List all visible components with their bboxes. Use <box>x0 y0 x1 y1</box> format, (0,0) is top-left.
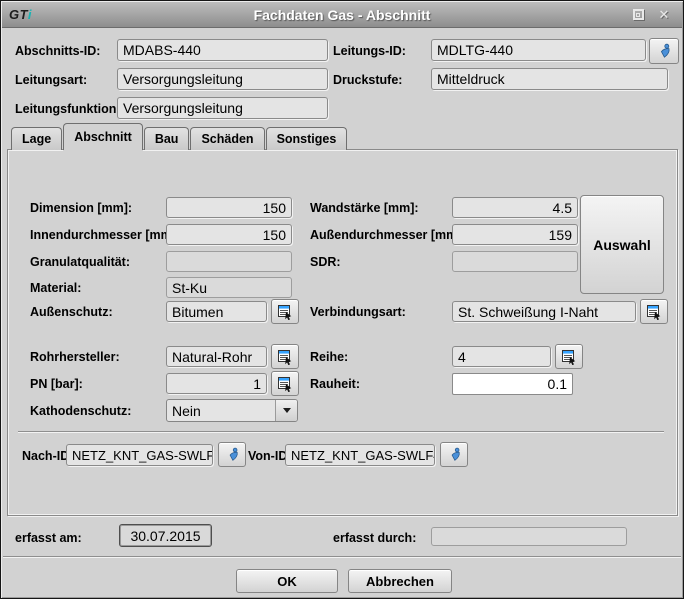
erfasst-durch-field[interactable] <box>431 527 627 546</box>
sdr-label: SDR: <box>310 252 341 272</box>
dimension-label: Dimension [mm]: <box>30 198 132 218</box>
kathodenschutz-dropdown[interactable]: Nein <box>166 399 298 422</box>
kathodenschutz-label: Kathodenschutz: <box>30 401 131 421</box>
pn-label: PN [bar]: <box>30 374 83 394</box>
innendurchmesser-field[interactable]: 150 <box>166 224 292 245</box>
tab-schaeden[interactable]: Schäden <box>190 127 264 150</box>
tab-bau[interactable]: Bau <box>144 127 190 150</box>
erfasst-durch-label: erfasst durch: <box>333 528 416 548</box>
pn-field[interactable]: 1 <box>166 373 267 394</box>
locate-icon <box>225 447 240 462</box>
innendurchmesser-label: Innendurchmesser [mm]: <box>30 225 180 245</box>
granulatqualitaet-label: Granulatqualität: <box>30 252 130 272</box>
kathodenschutz-dropdown-arrow[interactable] <box>275 400 297 421</box>
panel-separator <box>18 431 664 433</box>
abschnitts-id-field[interactable]: MDABS-440 <box>117 39 328 61</box>
gti-logo: GTi <box>2 7 32 22</box>
rauheit-input[interactable] <box>452 373 573 395</box>
dialog-fachdaten-gas-abschnitt: GTi Fachdaten Gas - Abschnitt ✕ Abschnit… <box>0 0 684 599</box>
aussendurchmesser-field[interactable]: 159 <box>452 224 578 245</box>
leitungsfunktion-field[interactable]: Versorgungsleitung <box>117 97 328 119</box>
maximize-icon <box>633 9 644 20</box>
aussenschutz-field[interactable]: Bitumen <box>166 301 267 322</box>
rauheit-label: Rauheit: <box>310 374 360 394</box>
reihe-field[interactable]: 4 <box>452 346 551 367</box>
nach-id-locate-button[interactable] <box>218 442 246 467</box>
druckstufe-field[interactable]: Mitteldruck <box>431 68 668 90</box>
chevron-down-icon <box>283 408 291 413</box>
leitungs-id-label: Leitungs-ID: <box>333 41 406 61</box>
abschnitt-tab-panel: Dimension [mm]: 150 Wandstärke [mm]: 4.5… <box>7 149 678 516</box>
dimension-field[interactable]: 150 <box>166 197 292 218</box>
leitungsart-field[interactable]: Versorgungsleitung <box>117 68 328 90</box>
von-id-locate-button[interactable] <box>440 442 468 467</box>
window-title: Fachdaten Gas - Abschnitt <box>2 7 682 23</box>
list-picker-icon <box>277 304 293 320</box>
list-picker-icon <box>277 376 293 392</box>
leitungsfunktion-label: Leitungsfunktion: <box>15 99 121 119</box>
list-picker-icon <box>561 349 577 365</box>
cancel-button[interactable]: Abbrechen <box>348 569 452 593</box>
locate-icon <box>447 447 462 462</box>
material-field[interactable]: St-Ku <box>166 277 292 298</box>
material-label: Material: <box>30 278 81 298</box>
tab-bar: Lage Abschnitt Bau Schäden Sonstiges <box>11 123 348 150</box>
von-id-field[interactable]: NETZ_KNT_GAS-SWLF4496 <box>285 444 435 466</box>
rohrhersteller-picker-button[interactable] <box>271 344 299 369</box>
tab-abschnitt[interactable]: Abschnitt <box>63 123 143 150</box>
leitungsart-label: Leitungsart: <box>15 70 87 90</box>
ok-button[interactable]: OK <box>236 569 338 593</box>
pn-picker-button[interactable] <box>271 371 299 396</box>
tab-lage[interactable]: Lage <box>11 127 62 150</box>
locate-icon <box>656 43 672 59</box>
erfasst-am-field[interactable]: 30.07.2015 <box>119 524 212 547</box>
leitungs-id-field[interactable]: MDLTG-440 <box>431 39 646 61</box>
aussendurchmesser-label: Außendurchmesser [mm]: <box>310 225 466 245</box>
nach-id-field[interactable]: NETZ_KNT_GAS-SWLF4490 <box>66 444 213 466</box>
maximize-button[interactable] <box>630 7 646 23</box>
title-bar[interactable]: GTi Fachdaten Gas - Abschnitt ✕ <box>2 2 682 28</box>
list-picker-icon <box>646 304 662 320</box>
list-picker-icon <box>277 349 293 365</box>
druckstufe-label: Druckstufe: <box>333 70 402 90</box>
auswahl-button[interactable]: Auswahl <box>580 195 664 294</box>
reihe-label: Reihe: <box>310 347 348 367</box>
sdr-field[interactable] <box>452 251 578 272</box>
verbindungsart-field[interactable]: St. Schweißung I-Naht <box>452 301 636 322</box>
wandstaerke-label: Wandstärke [mm]: <box>310 198 419 218</box>
tab-sonstiges[interactable]: Sonstiges <box>266 127 348 150</box>
close-icon: ✕ <box>659 8 670 21</box>
rohrhersteller-field[interactable]: Natural-Rohr <box>166 346 267 367</box>
aussenschutz-label: Außenschutz: <box>30 302 113 322</box>
close-button[interactable]: ✕ <box>656 7 672 23</box>
verbindungsart-label: Verbindungsart: <box>310 302 406 322</box>
reihe-picker-button[interactable] <box>555 344 583 369</box>
rohrhersteller-label: Rohrhersteller: <box>30 347 120 367</box>
leitungs-id-locate-button[interactable] <box>649 38 679 64</box>
aussenschutz-picker-button[interactable] <box>271 299 299 324</box>
erfasst-am-label: erfasst am: <box>15 528 82 548</box>
abschnitts-id-label: Abschnitts-ID: <box>15 41 100 61</box>
kathodenschutz-selected-value: Nein <box>167 403 275 419</box>
verbindungsart-picker-button[interactable] <box>640 299 668 324</box>
logo-text: GT <box>9 7 28 22</box>
footer-separator <box>3 556 681 558</box>
wandstaerke-field[interactable]: 4.5 <box>452 197 578 218</box>
granulatqualitaet-field[interactable] <box>166 251 292 272</box>
